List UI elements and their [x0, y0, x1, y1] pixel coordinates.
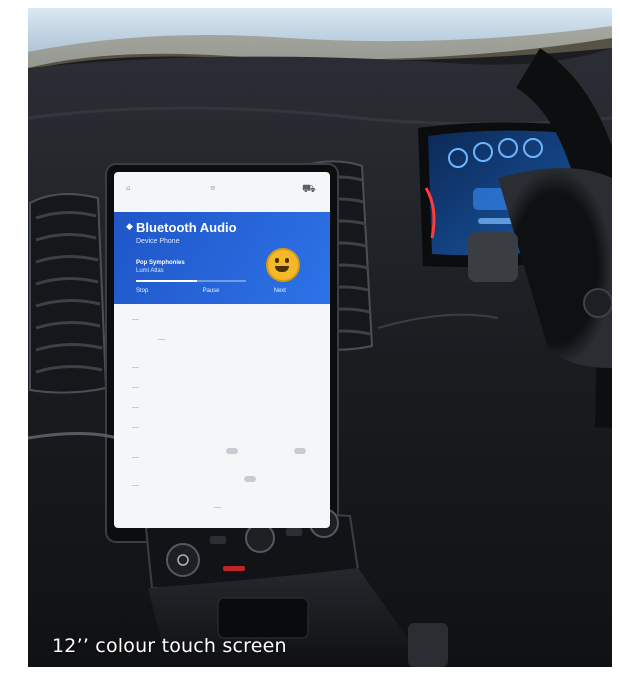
- left-air-vent: [29, 193, 108, 394]
- storage-tray: [217, 597, 309, 639]
- playback-controls: Stop Pause Next: [136, 288, 286, 294]
- vehicle-icon[interactable]: ⛟: [302, 182, 316, 197]
- playback-progress-bar[interactable]: [136, 280, 246, 282]
- list-item[interactable]: —: [132, 384, 139, 391]
- smiley-face-icon: [266, 248, 300, 282]
- photo-frame: ⌂ ≡ ⛟ ◆ Bluetooth Audio Device Phone Pop…: [28, 8, 612, 667]
- screen-status-bar: ⌂ ≡ ⛟: [114, 172, 330, 212]
- pause-button[interactable]: Pause: [202, 288, 219, 294]
- list-item[interactable]: —: [132, 454, 139, 461]
- list-item[interactable]: —: [132, 424, 139, 431]
- playback-progress-fill: [136, 280, 197, 282]
- signal-icon: ≡: [210, 184, 216, 192]
- list-item[interactable]: —: [132, 316, 139, 323]
- gear-selector: [408, 623, 448, 667]
- bluetooth-audio-card[interactable]: ◆ Bluetooth Audio Device Phone Pop Symph…: [114, 212, 330, 304]
- next-button[interactable]: Next: [274, 288, 286, 294]
- audio-source: Device Phone: [136, 238, 180, 245]
- track-title: Pop Symphonies: [136, 260, 185, 266]
- gear-stalk: [468, 232, 518, 282]
- app-title: Bluetooth Audio: [136, 220, 237, 235]
- list-item[interactable]: —: [132, 364, 139, 371]
- home-icon[interactable]: ⌂: [126, 184, 130, 192]
- list-item[interactable]: —: [132, 404, 139, 411]
- settings-list[interactable]: — — — — — — — — —: [114, 304, 330, 528]
- track-artist: Lumi Atlas: [136, 268, 164, 274]
- list-item[interactable]: —: [214, 504, 221, 511]
- touch-screen[interactable]: ⌂ ≡ ⛟ ◆ Bluetooth Audio Device Phone Pop…: [114, 172, 330, 528]
- bluetooth-icon: ◆: [126, 222, 133, 232]
- image-caption: 12’’ colour touch screen: [52, 635, 287, 657]
- list-item[interactable]: —: [158, 336, 165, 343]
- stop-button[interactable]: Stop: [136, 288, 148, 294]
- toggle-switch[interactable]: [244, 476, 256, 482]
- toggle-switch[interactable]: [294, 448, 306, 454]
- list-item[interactable]: —: [132, 482, 139, 489]
- toggle-switch[interactable]: [226, 448, 238, 454]
